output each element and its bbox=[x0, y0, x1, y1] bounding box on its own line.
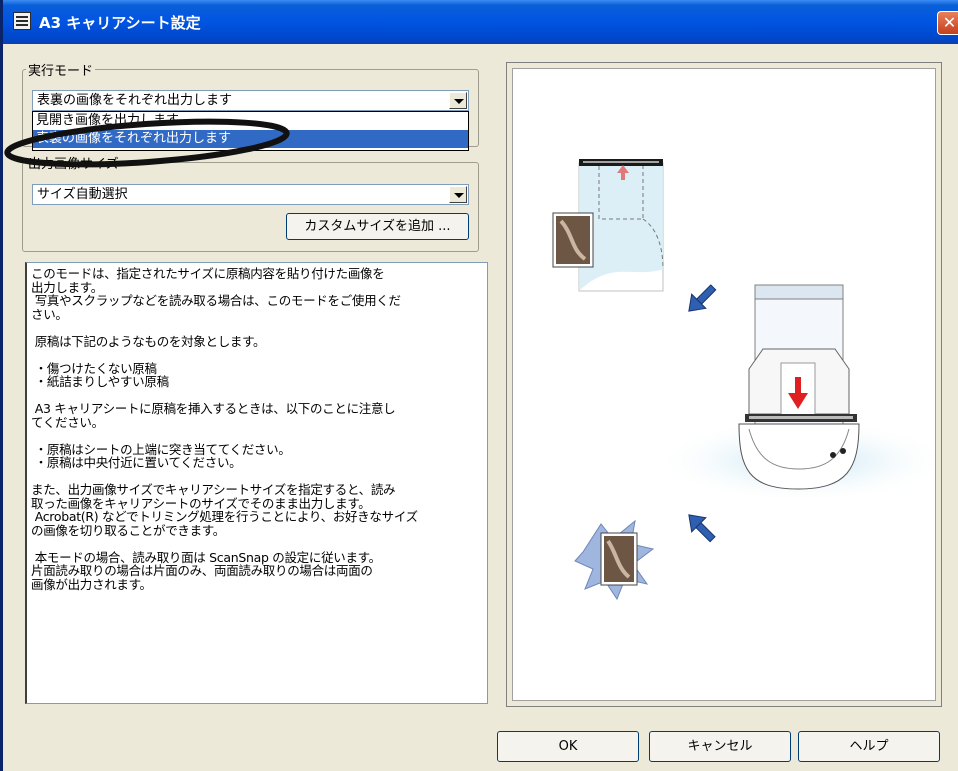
dialog-window: A3 キャリアシート設定 ✕ 実行モード 表裏の画像をそれぞれ出力します 出力画… bbox=[0, 0, 958, 771]
close-button[interactable]: ✕ bbox=[937, 11, 958, 35]
execution-mode-legend: 実行モード bbox=[26, 60, 96, 79]
ok-button[interactable]: OK bbox=[497, 731, 639, 762]
output-size-value: サイズ自動選択 bbox=[37, 187, 128, 202]
scan-illustration bbox=[552, 159, 953, 601]
window-menu-icon[interactable] bbox=[13, 12, 31, 30]
output-size-select[interactable]: サイズ自動選択 bbox=[32, 184, 469, 205]
preview-frame bbox=[506, 62, 953, 707]
scanner-graphic bbox=[738, 284, 860, 490]
arrow-down-right-icon bbox=[688, 284, 717, 312]
annotation-ellipse bbox=[4, 118, 290, 168]
mode-description-text: このモードは、指定されたサイズに原稿内容を貼り付けた画像を 出力します。 写真や… bbox=[31, 266, 418, 592]
window-title: A3 キャリアシート設定 bbox=[39, 14, 201, 32]
chevron-down-icon[interactable] bbox=[449, 186, 467, 203]
add-custom-size-button[interactable]: カスタムサイズを追加 ... bbox=[286, 213, 469, 240]
output-photo-graphic bbox=[574, 519, 655, 601]
chevron-down-icon[interactable] bbox=[449, 92, 467, 109]
help-button[interactable]: ヘルプ bbox=[798, 731, 940, 762]
preview-illustration bbox=[512, 68, 953, 701]
execution-mode-value: 表裏の画像をそれぞれ出力します bbox=[37, 93, 233, 108]
carrier-sheet-graphic bbox=[552, 159, 664, 292]
title-bar[interactable]: A3 キャリアシート設定 ✕ bbox=[3, 0, 958, 44]
execution-mode-select[interactable]: 表裏の画像をそれぞれ出力します bbox=[32, 90, 469, 111]
cancel-button[interactable]: キャンセル bbox=[649, 731, 791, 762]
mode-description-box[interactable]: このモードは、指定されたサイズに原稿内容を貼り付けた画像を 出力します。 写真や… bbox=[25, 262, 488, 704]
arrow-down-left-icon bbox=[688, 514, 716, 543]
